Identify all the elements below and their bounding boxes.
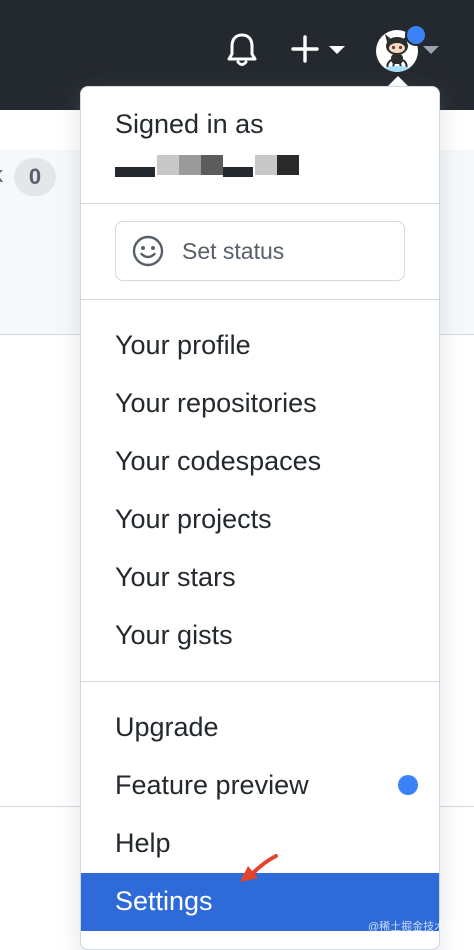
menu-item-your-repositories[interactable]: Your repositories (81, 375, 439, 433)
menu-item-label: Your projects (115, 504, 272, 534)
menu-item-upgrade[interactable]: Upgrade (81, 699, 439, 757)
bell-icon[interactable] (226, 32, 258, 68)
smiley-icon (132, 235, 164, 267)
redacted-username (115, 155, 299, 177)
username (115, 151, 305, 179)
chevron-down-icon[interactable] (422, 44, 440, 56)
signed-in-label: Signed in as (115, 109, 264, 139)
watermark: @稀土掘金技术社区 (368, 921, 468, 933)
menu-item-label: Help (115, 828, 171, 858)
menu-item-label: Upgrade (115, 712, 219, 742)
menu-item-your-profile[interactable]: Your profile (81, 317, 439, 375)
menu-item-your-projects[interactable]: Your projects (81, 491, 439, 549)
menu-item-your-gists[interactable]: Your gists (81, 607, 439, 665)
annotation-arrow-icon (240, 854, 278, 882)
chevron-down-icon[interactable] (328, 44, 346, 56)
set-status-label: Set status (182, 238, 285, 264)
menu-item-label: Feature preview (115, 770, 309, 800)
plus-icon[interactable] (290, 34, 320, 64)
menu-item-label: Your stars (115, 562, 236, 592)
menu-item-feature-preview[interactable]: Feature preview (81, 757, 439, 815)
menu-item-label: Your repositories (115, 388, 317, 418)
menu-item-label: Settings (115, 886, 213, 916)
new-feature-dot (398, 775, 418, 795)
set-status-button[interactable]: Set status (115, 221, 405, 281)
page-text-fragment: k (0, 162, 3, 188)
menu-item-your-stars[interactable]: Your stars (81, 549, 439, 607)
counter-badge: 0 (14, 158, 56, 196)
notification-badge (405, 24, 427, 46)
menu-item-your-codespaces[interactable]: Your codespaces (81, 433, 439, 491)
menu-item-label: Your gists (115, 620, 233, 650)
divider (81, 203, 439, 204)
user-menu-dropdown: Signed in as Set status Your profile You… (80, 86, 440, 950)
menu-item-label: Your profile (115, 330, 251, 360)
menu-item-label: Your codespaces (115, 446, 322, 476)
divider (81, 681, 439, 682)
divider (81, 299, 439, 300)
